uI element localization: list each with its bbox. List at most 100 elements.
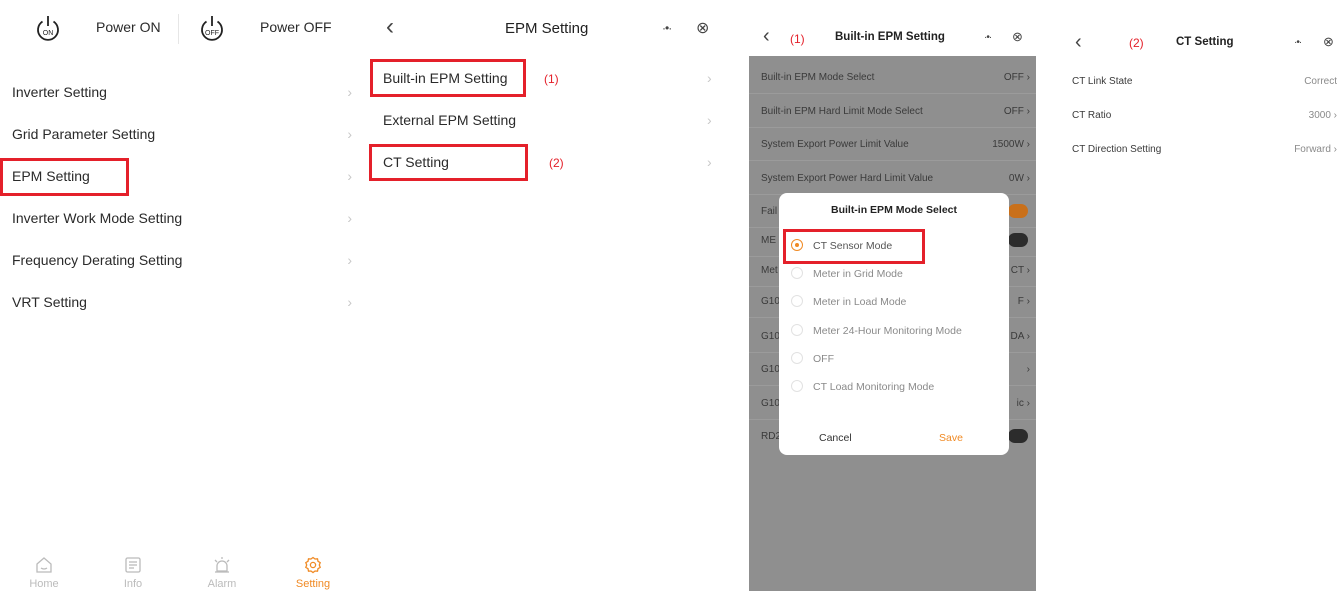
highlight-box-ct-sensor-mode	[783, 229, 925, 264]
menu-item-inverter-setting[interactable]: Inverter Setting ›	[0, 71, 352, 113]
power-off-button[interactable]: OFF Power OFF	[198, 12, 348, 46]
option-label: CT Load Monitoring Mode	[813, 381, 935, 393]
tab-alarm[interactable]: Alarm	[192, 556, 252, 590]
setting-row[interactable]: System Export Power Hard Limit Value 0W …	[749, 162, 1036, 195]
menu-item-label: External EPM Setting	[383, 112, 517, 128]
setting-value: OFF ›	[1003, 72, 1030, 83]
chevron-right-icon: ›	[707, 112, 712, 128]
option-meter-in-load-mode[interactable]: Meter in Load Mode	[791, 289, 991, 315]
highlight-box-built-in-epm	[370, 59, 526, 97]
chevron-right-icon: ›	[347, 210, 352, 226]
menu-item-frequency-derating-setting[interactable]: Frequency Derating Setting ›	[0, 239, 352, 281]
tab-setting[interactable]: Setting	[283, 556, 343, 590]
ct-setting-panel: ‹ (2) CT Setting ·•· ⊗ CT Link State Cor…	[1060, 0, 1337, 591]
ct-ratio-row[interactable]: CT Ratio 3000 ›	[1060, 99, 1337, 133]
setting-label: System Export Power Limit Value	[761, 139, 909, 150]
tab-label: Home	[29, 578, 59, 590]
menu-item-label: Inverter Setting	[12, 84, 107, 100]
setting-value: F ›	[1017, 296, 1030, 307]
setting-label: System Export Power Hard Limit Value	[761, 173, 934, 184]
option-label: Meter 24-Hour Monitoring Mode	[813, 325, 962, 337]
cancel-button[interactable]: Cancel	[819, 432, 852, 444]
back-button[interactable]: ‹	[386, 12, 394, 42]
menu-item-external-epm-setting[interactable]: External EPM Setting ›	[360, 99, 730, 141]
setting-label: Met	[761, 265, 778, 276]
option-label: OFF	[813, 353, 834, 365]
back-button[interactable]: ‹	[763, 24, 770, 48]
setting-label: G10	[761, 331, 780, 342]
menu-item-vrt-setting[interactable]: VRT Setting ›	[0, 281, 352, 323]
more-icon[interactable]: ·•·	[984, 32, 992, 43]
tab-home[interactable]: Home	[14, 556, 74, 590]
option-meter-24-hour-monitoring-mode[interactable]: Meter 24-Hour Monitoring Mode	[791, 318, 991, 344]
chevron-right-icon: ›	[707, 70, 712, 86]
power-on-button[interactable]: ON Power ON	[34, 12, 174, 46]
setting-value: ic ›	[1016, 398, 1030, 409]
power-divider	[178, 14, 179, 44]
option-label: Meter in Grid Mode	[813, 268, 903, 280]
more-icon[interactable]: ·•·	[662, 21, 672, 35]
menu-item-inverter-work-mode-setting[interactable]: Inverter Work Mode Setting ›	[0, 197, 352, 239]
toggle-switch-off[interactable]	[1008, 233, 1028, 247]
setting-value: 0W ›	[1008, 173, 1030, 184]
tab-info[interactable]: Info	[103, 556, 163, 590]
option-off[interactable]: OFF	[791, 346, 991, 372]
chevron-right-icon: ›	[347, 84, 352, 100]
alarm-icon	[214, 557, 230, 573]
setting-label: CT Link State	[1072, 76, 1133, 87]
setting-label: CT Direction Setting	[1072, 144, 1162, 155]
more-icon[interactable]: ·•·	[1294, 37, 1302, 48]
chevron-right-icon: ›	[707, 154, 712, 170]
dialog-title: Built-in EPM Mode Select	[830, 204, 957, 216]
setting-value: OFF ›	[1003, 106, 1030, 117]
highlight-box-ct-setting	[369, 144, 528, 181]
back-button[interactable]: ‹	[1075, 30, 1082, 54]
menu-item-label: Grid Parameter Setting	[12, 126, 156, 142]
svg-text:ON: ON	[43, 30, 54, 37]
radio-unselected	[791, 380, 803, 392]
setting-value: CT ›	[1010, 265, 1030, 276]
setting-label: G10	[761, 364, 780, 375]
chevron-right-icon: ›	[347, 252, 352, 268]
close-icon[interactable]: ⊗	[1012, 29, 1023, 45]
setting-row[interactable]: System Export Power Limit Value 1500W ›	[749, 128, 1036, 161]
tab-label: Alarm	[207, 578, 237, 590]
setting-label: G10	[761, 398, 780, 409]
close-icon[interactable]: ⊗	[696, 18, 709, 38]
menu-item-label: Inverter Work Mode Setting	[12, 210, 183, 226]
menu-item-grid-parameter-setting[interactable]: Grid Parameter Setting ›	[0, 113, 352, 155]
setting-value: ›	[1026, 364, 1030, 375]
close-icon[interactable]: ⊗	[1323, 34, 1334, 50]
radio-unselected	[791, 352, 803, 364]
setting-label: Built-in EPM Hard Limit Mode Select	[761, 106, 923, 117]
highlight-box-epm-setting	[0, 158, 129, 196]
option-ct-load-monitoring-mode[interactable]: CT Load Monitoring Mode	[791, 374, 991, 400]
radio-unselected	[791, 324, 803, 336]
step-label: (1)	[544, 72, 559, 86]
chevron-right-icon: ›	[347, 126, 352, 142]
tab-label: Setting	[295, 578, 331, 590]
radio-unselected	[791, 267, 803, 279]
step-label: (1)	[790, 32, 805, 46]
menu-item-label: VRT Setting	[12, 294, 87, 310]
setting-row[interactable]: Built-in EPM Mode Select OFF ›	[749, 61, 1036, 94]
ct-direction-setting-row[interactable]: CT Direction Setting Forward ›	[1060, 133, 1337, 167]
svg-text:OFF: OFF	[205, 30, 219, 37]
toggle-switch-off[interactable]	[1008, 429, 1028, 443]
menu-item-label: Frequency Derating Setting	[12, 252, 183, 268]
save-button[interactable]: Save	[939, 432, 963, 444]
page-title: Built-in EPM Setting	[835, 31, 945, 43]
setting-icon	[304, 556, 322, 574]
page-title: EPM Setting	[505, 20, 589, 37]
page-title: CT Setting	[1176, 36, 1234, 48]
setting-value: Forward ›	[1294, 144, 1337, 155]
setting-label: Built-in EPM Mode Select	[761, 72, 875, 83]
setting-row[interactable]: Built-in EPM Hard Limit Mode Select OFF …	[749, 95, 1036, 128]
ct-link-state-row[interactable]: CT Link State Correct	[1060, 65, 1337, 99]
setting-label: G10	[761, 296, 780, 307]
option-meter-in-grid-mode[interactable]: Meter in Grid Mode	[791, 261, 991, 287]
toggle-switch-on[interactable]	[1008, 204, 1028, 218]
power-off-icon: OFF	[201, 16, 223, 41]
home-icon	[36, 557, 52, 573]
setting-label: RD2	[761, 431, 782, 442]
